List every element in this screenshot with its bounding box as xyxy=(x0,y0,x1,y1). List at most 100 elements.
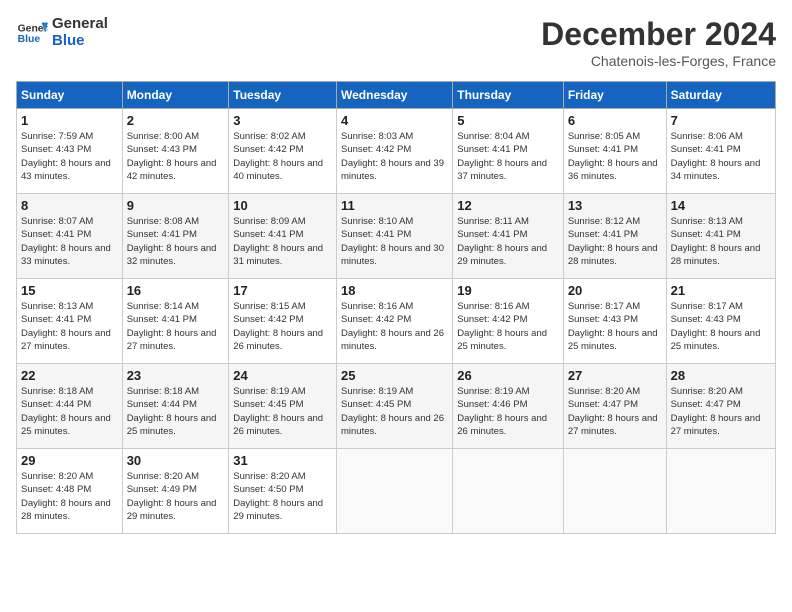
day-number: 29 xyxy=(21,453,118,468)
header: General Blue General Blue December 2024 … xyxy=(16,16,776,69)
col-header-tuesday: Tuesday xyxy=(229,82,337,109)
location-subtitle: Chatenois-les-Forges, France xyxy=(541,53,776,69)
day-info: Sunrise: 8:20 AMSunset: 4:49 PMDaylight:… xyxy=(127,470,225,523)
day-cell: 9 Sunrise: 8:08 AMSunset: 4:41 PMDaylight… xyxy=(122,194,229,279)
day-number: 3 xyxy=(233,113,332,128)
week-row-3: 15 Sunrise: 8:13 AMSunset: 4:41 PMDayligh… xyxy=(17,279,776,364)
day-cell: 23Sunrise: 8:18 AMSunset: 4:44 PMDayligh… xyxy=(122,364,229,449)
day-number: 8 xyxy=(21,198,118,213)
col-header-sunday: Sunday xyxy=(17,82,123,109)
logo-line1: General xyxy=(52,16,108,33)
logo-icon: General Blue xyxy=(16,19,48,47)
title-area: December 2024 Chatenois-les-Forges, Fran… xyxy=(541,16,776,69)
logo: General Blue General Blue xyxy=(16,16,108,49)
day-number: 31 xyxy=(233,453,332,468)
calendar-table: SundayMondayTuesdayWednesdayThursdayFrid… xyxy=(16,81,776,534)
day-cell: 8Sunrise: 8:07 AMSunset: 4:41 PMDaylight… xyxy=(17,194,123,279)
day-number: 27 xyxy=(568,368,662,383)
day-cell: 6 Sunrise: 8:05 AMSunset: 4:41 PMDaylight… xyxy=(563,109,666,194)
day-cell: 5 Sunrise: 8:04 AMSunset: 4:41 PMDaylight… xyxy=(453,109,564,194)
day-number: 28 xyxy=(671,368,771,383)
day-cell: 19Sunrise: 8:16 AMSunset: 4:42 PMDayligh… xyxy=(453,279,564,364)
month-title: December 2024 xyxy=(541,16,776,53)
day-cell: 2 Sunrise: 8:00 AMSunset: 4:43 PMDaylight… xyxy=(122,109,229,194)
day-cell: 15 Sunrise: 8:13 AMSunset: 4:41 PMDayligh… xyxy=(17,279,123,364)
day-cell: 14Sunrise: 8:13 AMSunset: 4:41 PMDayligh… xyxy=(666,194,775,279)
day-number: 26 xyxy=(457,368,559,383)
day-info: Sunrise: 8:20 AMSunset: 4:47 PMDaylight:… xyxy=(568,385,662,438)
day-number: 6 xyxy=(568,113,662,128)
day-cell: 12 Sunrise: 8:11 AMSunset: 4:41 PMDayligh… xyxy=(453,194,564,279)
day-cell: 10Sunrise: 8:09 AMSunset: 4:41 PMDayligh… xyxy=(229,194,337,279)
day-number: 9 xyxy=(127,198,225,213)
day-info: Sunrise: 8:20 AMSunset: 4:47 PMDaylight:… xyxy=(671,385,771,438)
day-cell: 28 Sunrise: 8:20 AMSunset: 4:47 PMDayligh… xyxy=(666,364,775,449)
day-info: Sunrise: 8:11 AMSunset: 4:41 PMDaylight:… xyxy=(457,215,559,268)
day-info: Sunrise: 8:19 AMSunset: 4:45 PMDaylight:… xyxy=(341,385,448,438)
day-info: Sunrise: 8:14 AMSunset: 4:41 PMDaylight:… xyxy=(127,300,225,353)
day-number: 5 xyxy=(457,113,559,128)
col-header-wednesday: Wednesday xyxy=(337,82,453,109)
week-row-5: 29 Sunrise: 8:20 AMSunset: 4:48 PMDayligh… xyxy=(17,449,776,534)
day-info: Sunrise: 8:18 AMSunset: 4:44 PMDaylight:… xyxy=(21,385,118,438)
header-row: SundayMondayTuesdayWednesdayThursdayFrid… xyxy=(17,82,776,109)
day-number: 10 xyxy=(233,198,332,213)
day-number: 2 xyxy=(127,113,225,128)
day-info: Sunrise: 8:19 AMSunset: 4:46 PMDaylight:… xyxy=(457,385,559,438)
day-info: Sunrise: 8:12 AMSunset: 4:41 PMDaylight:… xyxy=(568,215,662,268)
day-cell: 3 Sunrise: 8:02 AMSunset: 4:42 PMDaylight… xyxy=(229,109,337,194)
day-info: Sunrise: 8:08 AMSunset: 4:41 PMDaylight:… xyxy=(127,215,225,268)
week-row-4: 22Sunrise: 8:18 AMSunset: 4:44 PMDayligh… xyxy=(17,364,776,449)
day-number: 25 xyxy=(341,368,448,383)
day-cell: 29 Sunrise: 8:20 AMSunset: 4:48 PMDayligh… xyxy=(17,449,123,534)
day-info: Sunrise: 8:03 AMSunset: 4:42 PMDaylight:… xyxy=(341,130,448,183)
day-number: 21 xyxy=(671,283,771,298)
day-cell: 25 Sunrise: 8:19 AMSunset: 4:45 PMDayligh… xyxy=(337,364,453,449)
logo-line2: Blue xyxy=(52,33,108,50)
day-number: 18 xyxy=(341,283,448,298)
svg-text:Blue: Blue xyxy=(18,33,41,44)
day-cell: 11 Sunrise: 8:10 AMSunset: 4:41 PMDayligh… xyxy=(337,194,453,279)
day-number: 12 xyxy=(457,198,559,213)
day-info: Sunrise: 8:10 AMSunset: 4:41 PMDaylight:… xyxy=(341,215,448,268)
day-info: Sunrise: 8:02 AMSunset: 4:42 PMDaylight:… xyxy=(233,130,332,183)
day-cell: 30 Sunrise: 8:20 AMSunset: 4:49 PMDayligh… xyxy=(122,449,229,534)
day-info: Sunrise: 8:17 AMSunset: 4:43 PMDaylight:… xyxy=(671,300,771,353)
day-info: Sunrise: 8:04 AMSunset: 4:41 PMDaylight:… xyxy=(457,130,559,183)
day-number: 11 xyxy=(341,198,448,213)
day-number: 4 xyxy=(341,113,448,128)
day-number: 20 xyxy=(568,283,662,298)
day-info: Sunrise: 8:20 AMSunset: 4:48 PMDaylight:… xyxy=(21,470,118,523)
col-header-thursday: Thursday xyxy=(453,82,564,109)
day-info: Sunrise: 8:00 AMSunset: 4:43 PMDaylight:… xyxy=(127,130,225,183)
day-info: Sunrise: 8:16 AMSunset: 4:42 PMDaylight:… xyxy=(457,300,559,353)
day-cell xyxy=(563,449,666,534)
day-info: Sunrise: 8:05 AMSunset: 4:41 PMDaylight:… xyxy=(568,130,662,183)
day-number: 1 xyxy=(21,113,118,128)
day-cell: 27 Sunrise: 8:20 AMSunset: 4:47 PMDayligh… xyxy=(563,364,666,449)
day-cell xyxy=(666,449,775,534)
day-cell: 7Sunrise: 8:06 AMSunset: 4:41 PMDaylight… xyxy=(666,109,775,194)
day-cell: 21 Sunrise: 8:17 AMSunset: 4:43 PMDayligh… xyxy=(666,279,775,364)
day-info: Sunrise: 8:17 AMSunset: 4:43 PMDaylight:… xyxy=(568,300,662,353)
day-info: Sunrise: 8:18 AMSunset: 4:44 PMDaylight:… xyxy=(127,385,225,438)
day-cell: 13Sunrise: 8:12 AMSunset: 4:41 PMDayligh… xyxy=(563,194,666,279)
day-info: Sunrise: 8:13 AMSunset: 4:41 PMDaylight:… xyxy=(21,300,118,353)
day-info: Sunrise: 8:16 AMSunset: 4:42 PMDaylight:… xyxy=(341,300,448,353)
day-cell: 16 Sunrise: 8:14 AMSunset: 4:41 PMDayligh… xyxy=(122,279,229,364)
day-cell: 31Sunrise: 8:20 AMSunset: 4:50 PMDayligh… xyxy=(229,449,337,534)
day-info: Sunrise: 8:06 AMSunset: 4:41 PMDaylight:… xyxy=(671,130,771,183)
week-row-2: 8Sunrise: 8:07 AMSunset: 4:41 PMDaylight… xyxy=(17,194,776,279)
day-info: Sunrise: 8:15 AMSunset: 4:42 PMDaylight:… xyxy=(233,300,332,353)
day-info: Sunrise: 8:13 AMSunset: 4:41 PMDaylight:… xyxy=(671,215,771,268)
col-header-friday: Friday xyxy=(563,82,666,109)
day-cell: 17Sunrise: 8:15 AMSunset: 4:42 PMDayligh… xyxy=(229,279,337,364)
day-cell: 20 Sunrise: 8:17 AMSunset: 4:43 PMDayligh… xyxy=(563,279,666,364)
day-number: 30 xyxy=(127,453,225,468)
day-number: 16 xyxy=(127,283,225,298)
day-cell: 4 Sunrise: 8:03 AMSunset: 4:42 PMDaylight… xyxy=(337,109,453,194)
day-number: 15 xyxy=(21,283,118,298)
day-cell: 26 Sunrise: 8:19 AMSunset: 4:46 PMDayligh… xyxy=(453,364,564,449)
day-info: Sunrise: 7:59 AMSunset: 4:43 PMDaylight:… xyxy=(21,130,118,183)
day-cell: 18 Sunrise: 8:16 AMSunset: 4:42 PMDayligh… xyxy=(337,279,453,364)
